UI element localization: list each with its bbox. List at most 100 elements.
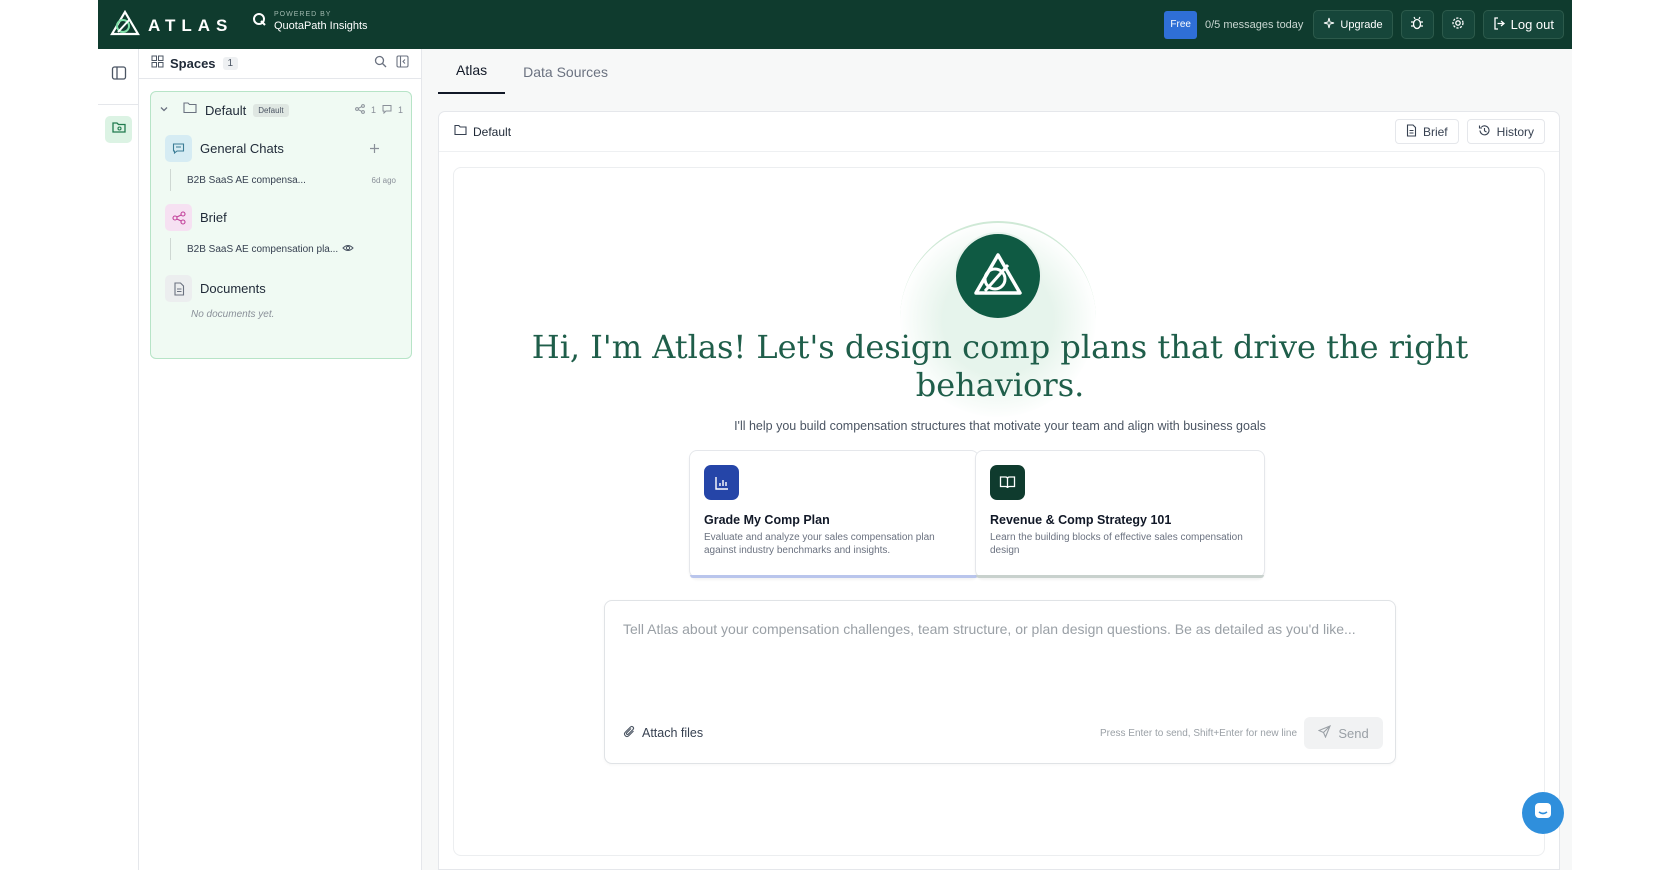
paperclip-icon bbox=[623, 725, 636, 741]
chat-bubble-icon bbox=[1533, 801, 1553, 826]
powered-by-name: QuotaPath Insights bbox=[274, 20, 368, 32]
brief-button-label: Brief bbox=[1422, 124, 1448, 139]
attach-files-label: Attach files bbox=[642, 726, 704, 740]
bar-chart-icon bbox=[704, 465, 739, 500]
folder-icon bbox=[111, 119, 127, 140]
top-bar: ATLAS POWERED BY QuotaPath Insights Free… bbox=[98, 0, 1572, 49]
powered-by-label: POWERED BY bbox=[274, 11, 332, 18]
tab-data-sources[interactable]: Data Sources bbox=[505, 49, 626, 94]
settings-button[interactable] bbox=[1441, 10, 1475, 39]
rail-divider bbox=[98, 104, 139, 105]
history-icon bbox=[1478, 124, 1491, 140]
spaces-nav-button[interactable] bbox=[105, 116, 132, 143]
section-brief[interactable]: Brief bbox=[165, 204, 227, 231]
card-description: Evaluate and analyze your sales compensa… bbox=[704, 532, 935, 556]
atlas-logo-icon bbox=[110, 9, 140, 41]
chat-panel: Default Brief History Hi, I'm Atlas! Let… bbox=[438, 111, 1560, 870]
panel-header: Default Brief History bbox=[439, 112, 1559, 152]
main-area: Atlas Data Sources Default Brief History bbox=[422, 49, 1572, 870]
card-accent bbox=[976, 575, 1264, 578]
sidebar-header: Spaces 1 bbox=[139, 49, 421, 79]
spaces-count: 1 bbox=[222, 57, 239, 70]
book-icon bbox=[990, 465, 1025, 500]
breadcrumb[interactable]: Default bbox=[454, 124, 511, 139]
message-composer: Attach files Press Enter to send, Shift+… bbox=[604, 600, 1396, 764]
attach-files-button[interactable]: Attach files bbox=[623, 725, 703, 741]
plan-badge: Free bbox=[1164, 10, 1197, 39]
eye-icon[interactable] bbox=[342, 243, 354, 256]
logo-wordmark: ATLAS bbox=[148, 15, 234, 35]
folder-icon bbox=[454, 124, 467, 139]
chat-welcome: Hi, I'm Atlas! Let's design comp plans t… bbox=[453, 167, 1545, 856]
brief-label: Brief bbox=[200, 210, 227, 225]
chat-item-time: 6d ago bbox=[371, 175, 396, 185]
document-icon bbox=[165, 275, 192, 302]
message-input[interactable] bbox=[623, 619, 1379, 689]
space-card-default: Default Default 1 1 General Chats B2B Sa… bbox=[150, 91, 412, 359]
bug-icon bbox=[1410, 16, 1424, 33]
sidebar-panel-icon bbox=[111, 65, 127, 86]
documents-label: Documents bbox=[200, 281, 266, 296]
section-documents[interactable]: Documents bbox=[165, 275, 266, 302]
share-count: 1 bbox=[370, 105, 376, 115]
hero-subtitle: I'll help you build compensation structu… bbox=[734, 419, 1266, 433]
powered-by: POWERED BY QuotaPath Insights bbox=[252, 11, 368, 32]
share-icon bbox=[355, 104, 365, 116]
quotapath-icon bbox=[252, 12, 266, 31]
general-chats-label: General Chats bbox=[200, 141, 284, 156]
gear-icon bbox=[1451, 16, 1465, 33]
send-icon bbox=[1317, 724, 1332, 741]
add-chat-icon[interactable] bbox=[369, 141, 380, 159]
hero-title: Hi, I'm Atlas! Let's design comp plans t… bbox=[531, 328, 1469, 404]
history-button-label: History bbox=[1496, 124, 1534, 139]
main-tabs: Atlas Data Sources bbox=[438, 49, 626, 94]
spaces-sidebar: Spaces 1 Default Default 1 1 General Cha… bbox=[139, 49, 422, 870]
collapse-panel-icon[interactable] bbox=[396, 54, 409, 73]
comment-count: 1 bbox=[397, 105, 403, 115]
logout-label: Log out bbox=[1510, 17, 1554, 32]
upgrade-button[interactable]: Upgrade bbox=[1313, 10, 1393, 39]
brief-button[interactable]: Brief bbox=[1394, 119, 1459, 144]
atlas-logo[interactable]: ATLAS bbox=[110, 9, 234, 41]
document-icon bbox=[1406, 123, 1417, 140]
space-name: Default bbox=[205, 102, 247, 118]
card-accent bbox=[690, 575, 978, 578]
comment-icon bbox=[382, 104, 392, 116]
chat-list-item[interactable]: B2B SaaS AE compensa... 6d ago bbox=[170, 169, 396, 191]
bug-report-button[interactable] bbox=[1400, 10, 1434, 39]
support-chat-button[interactable] bbox=[1522, 792, 1564, 834]
keyboard-hint: Press Enter to send, Shift+Enter for new… bbox=[1099, 728, 1297, 739]
card-title: Revenue & Comp Strategy 101 bbox=[990, 513, 1172, 527]
tab-atlas[interactable]: Atlas bbox=[438, 49, 506, 94]
section-general-chats[interactable]: General Chats bbox=[165, 135, 284, 162]
history-button[interactable]: History bbox=[1466, 119, 1545, 144]
brief-list-item[interactable]: B2B SaaS AE compensation pla... bbox=[170, 238, 396, 260]
upgrade-label: Upgrade bbox=[1340, 18, 1383, 31]
breadcrumb-label: Default bbox=[473, 124, 512, 139]
grade-comp-plan-card[interactable]: Grade My Comp Plan Evaluate and analyze … bbox=[689, 450, 979, 578]
app-window: ATLAS POWERED BY QuotaPath Insights Free… bbox=[98, 0, 1572, 870]
toggle-sidebar-button[interactable] bbox=[105, 62, 132, 89]
chat-item-title: B2B SaaS AE compensa... bbox=[187, 174, 306, 186]
documents-empty-state: No documents yet. bbox=[191, 309, 275, 320]
space-default-tag: Default bbox=[253, 103, 289, 117]
atlas-logo-icon bbox=[972, 251, 1024, 302]
share-nodes-icon bbox=[165, 204, 192, 231]
brief-item-title: B2B SaaS AE compensation pla... bbox=[187, 243, 339, 255]
space-header[interactable]: Default Default 1 1 bbox=[159, 100, 403, 120]
card-description: Learn the building blocks of effective s… bbox=[990, 532, 1243, 556]
folder-open-icon bbox=[183, 101, 197, 119]
chat-icon bbox=[165, 135, 192, 162]
send-button[interactable]: Send bbox=[1304, 717, 1383, 749]
comp-strategy-101-card[interactable]: Revenue & Comp Strategy 101 Learn the bu… bbox=[975, 450, 1265, 578]
chevron-down-icon[interactable] bbox=[159, 101, 169, 119]
logout-icon bbox=[1493, 16, 1506, 33]
icon-rail bbox=[98, 49, 139, 870]
atlas-avatar bbox=[954, 232, 1042, 320]
sidebar-title: Spaces bbox=[170, 56, 216, 71]
logout-button[interactable]: Log out bbox=[1482, 10, 1564, 39]
send-label: Send bbox=[1338, 725, 1369, 741]
search-icon[interactable] bbox=[374, 55, 387, 73]
grid-icon bbox=[151, 55, 164, 73]
sparkle-icon bbox=[1323, 17, 1335, 32]
